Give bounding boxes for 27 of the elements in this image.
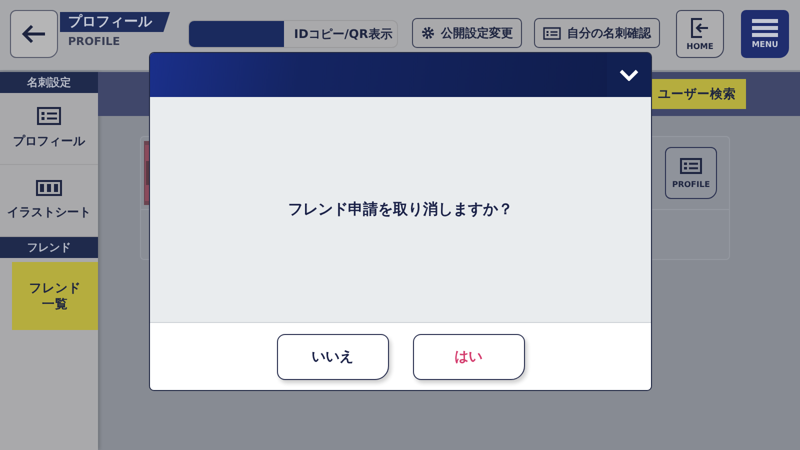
back-arrow-icon	[21, 24, 47, 44]
sidebar-item[interactable]: プロフィール	[0, 93, 98, 165]
home-button[interactable]: HOME	[676, 10, 724, 58]
no-button[interactable]: いいえ	[276, 334, 388, 380]
id-copy-button[interactable]: IDコピー/QR表示	[188, 20, 398, 48]
sidebar-section-header: フレンド	[0, 237, 98, 258]
columns-icon	[36, 180, 62, 196]
profile-button[interactable]: PROFILE	[665, 147, 717, 199]
page-title: プロフィール	[60, 12, 170, 32]
chevron-down-icon	[619, 69, 639, 81]
sidebar-section-header: 名刺設定	[0, 72, 98, 93]
dialog-message: フレンド申請を取り消しますか？	[288, 200, 513, 219]
gear-icon	[421, 26, 435, 40]
exit-door-icon	[690, 17, 710, 39]
sidebar-item[interactable]: フレンド一覧	[12, 262, 98, 330]
id-card-icon	[37, 107, 61, 125]
my-card-button[interactable]: 自分の名刺確認	[534, 18, 660, 48]
privacy-settings-button[interactable]: 公開設定変更	[412, 18, 522, 48]
page-subtitle: PROFILE	[67, 34, 122, 50]
collapse-button[interactable]	[607, 53, 651, 97]
menu-button[interactable]: MENU	[741, 10, 789, 58]
id-card-icon	[680, 158, 702, 174]
yes-button[interactable]: はい	[412, 334, 524, 380]
back-button[interactable]	[10, 10, 58, 58]
id-card-icon	[543, 26, 561, 40]
user-search-button[interactable]: ユーザー検索	[650, 79, 746, 109]
menu-icon	[752, 19, 778, 37]
